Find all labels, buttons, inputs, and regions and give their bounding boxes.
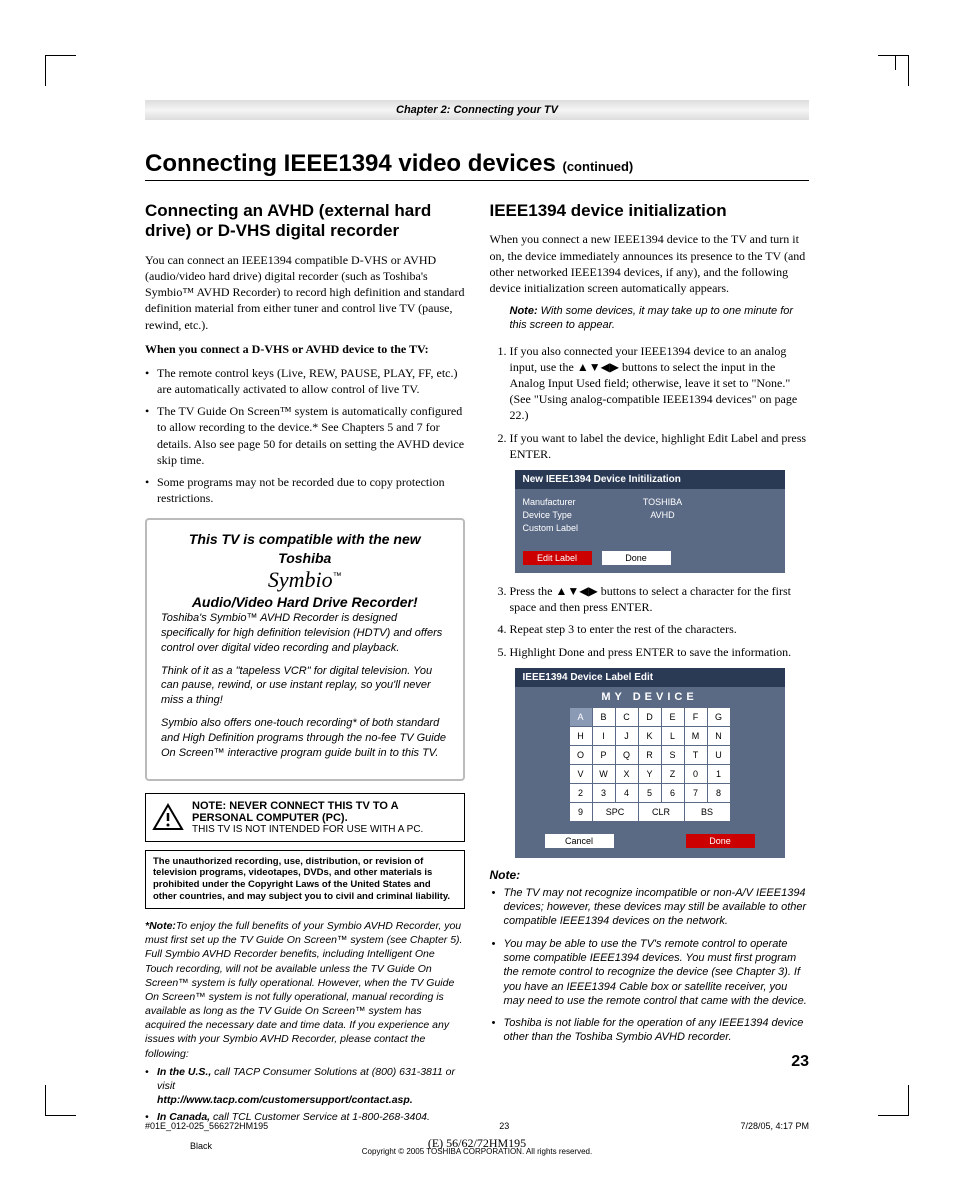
inline-note: Note: With some devices, it may take up … <box>490 304 810 333</box>
subhead: When you connect a D-VHS or AVHD device … <box>145 341 465 357</box>
step: If you also connected your IEEE1394 devi… <box>510 343 810 424</box>
symbio-line2: Audio/Video Hard Drive Recorder! <box>161 593 449 611</box>
warning-sub: THIS TV IS NOT INTENDED FOR USE WITH A P… <box>192 824 458 835</box>
left-column: Connecting an AVHD (external hard drive)… <box>145 201 465 1127</box>
step: Press the ▲▼◀▶ buttons to select a chara… <box>510 583 810 615</box>
osd-done-button[interactable]: Done <box>686 834 755 848</box>
symbio-para: Think of it as a "tapeless VCR" for digi… <box>161 664 449 709</box>
bullet: Some programs may not be recorded due to… <box>145 474 465 506</box>
note-item: The TV may not recognize incompatible or… <box>490 886 810 929</box>
warning-icon <box>152 803 184 831</box>
osd-done-button[interactable]: Done <box>602 551 671 565</box>
osd-cancel-button[interactable]: Cancel <box>545 834 614 848</box>
symbio-para: Toshiba's Symbio™ AVHD Recorder is desig… <box>161 611 449 656</box>
bullet: The TV Guide On Screen™ system is automa… <box>145 403 465 468</box>
notes-heading: Note: <box>490 868 810 882</box>
step: Highlight Done and press ENTER to save t… <box>510 644 810 660</box>
legal-notice: The unauthorized recording, use, distrib… <box>145 850 465 910</box>
osd-value: AVHD <box>613 510 713 520</box>
footer-meta: #01E_012-025_566272HM195237/28/05, 4:17 … <box>145 1121 809 1131</box>
symbio-brand: Symbio™ <box>161 567 449 593</box>
page-title: Connecting IEEE1394 video devices (conti… <box>145 150 809 181</box>
warning-title: NOTE: NEVER CONNECT THIS TV TO A PERSONA… <box>192 800 458 824</box>
note-item: You may be able to use the TV's remote c… <box>490 937 810 1008</box>
chapter-header: Chapter 2: Connecting your TV <box>145 100 809 120</box>
left-heading: Connecting an AVHD (external hard drive)… <box>145 201 465 242</box>
right-heading: IEEE1394 device initialization <box>490 201 810 221</box>
symbio-line1: This TV is compatible with the new Toshi… <box>161 530 449 566</box>
osd-init-screen: New IEEE1394 Device Initilization Manufa… <box>515 470 785 573</box>
osd-keyboard[interactable]: ABCDEFG HIJKLMN OPQRSTU VWXYZ01 2345678 … <box>569 707 731 822</box>
footer-model: (E) 56/62/72HM195 <box>0 1136 954 1151</box>
osd-label: Custom Label <box>523 523 613 533</box>
osd-label: Manufacturer <box>523 497 613 507</box>
right-column: IEEE1394 device initialization When you … <box>490 201 810 1127</box>
osd-value: TOSHIBA <box>613 497 713 507</box>
para: When you connect a new IEEE1394 device t… <box>490 231 810 296</box>
warning-box: NOTE: NEVER CONNECT THIS TV TO A PERSONA… <box>145 793 465 842</box>
page-number: 23 <box>791 1053 809 1071</box>
osd-title: New IEEE1394 Device Initilization <box>515 470 785 489</box>
bullet: The remote control keys (Live, REW, PAUS… <box>145 365 465 397</box>
footnote: *Note:To enjoy the full benefits of your… <box>145 919 465 1124</box>
note-item: Toshiba is not liable for the operation … <box>490 1016 810 1045</box>
step: If you want to label the device, highlig… <box>510 430 810 462</box>
osd-text-display: MY DEVICE <box>515 691 785 703</box>
arrow-icons: ▲▼◀▶ <box>556 584 598 598</box>
para: You can connect an IEEE1394 compatible D… <box>145 252 465 333</box>
footnote-item: In the U.S., call TACP Consumer Solution… <box>145 1065 465 1108</box>
symbio-para: Symbio also offers one-touch recording* … <box>161 716 449 761</box>
osd-label: Device Type <box>523 510 613 520</box>
osd-title: IEEE1394 Device Label Edit <box>515 668 785 687</box>
symbio-callout: This TV is compatible with the new Toshi… <box>145 518 465 780</box>
step: Repeat step 3 to enter the rest of the c… <box>510 621 810 637</box>
arrow-icons: ▲▼◀▶ <box>577 360 619 374</box>
osd-edit-label-button[interactable]: Edit Label <box>523 551 592 565</box>
osd-label-edit-screen: IEEE1394 Device Label Edit MY DEVICE ABC… <box>515 668 785 858</box>
